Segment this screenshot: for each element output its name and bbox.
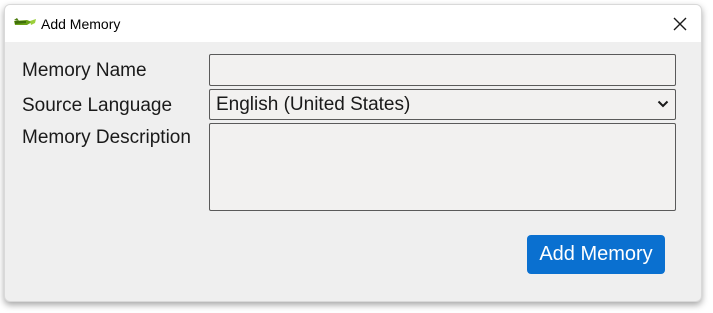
add-memory-button[interactable]: Add Memory: [527, 235, 665, 274]
memory-description-textarea[interactable]: [210, 124, 675, 210]
memory-name-label: Memory Name: [22, 60, 147, 81]
source-language-label: Source Language: [22, 95, 173, 116]
memory-description-field-box: [209, 123, 676, 211]
memory-description-label: Memory Description: [22, 127, 191, 148]
close-icon: [673, 17, 687, 31]
source-language-value: English (United States): [216, 94, 411, 115]
close-button[interactable]: [667, 11, 693, 37]
tool-app-icon: [14, 18, 36, 25]
add-memory-dialog: Add Memory Memory Name Source Language E…: [4, 4, 702, 302]
memory-name-input[interactable]: [210, 55, 675, 85]
title-bar: Add Memory: [5, 5, 701, 42]
window-title: Add Memory: [41, 16, 121, 32]
chevron-down-icon: [657, 100, 669, 108]
source-language-select[interactable]: English (United States): [209, 89, 676, 120]
memory-name-field-box: [209, 54, 676, 86]
